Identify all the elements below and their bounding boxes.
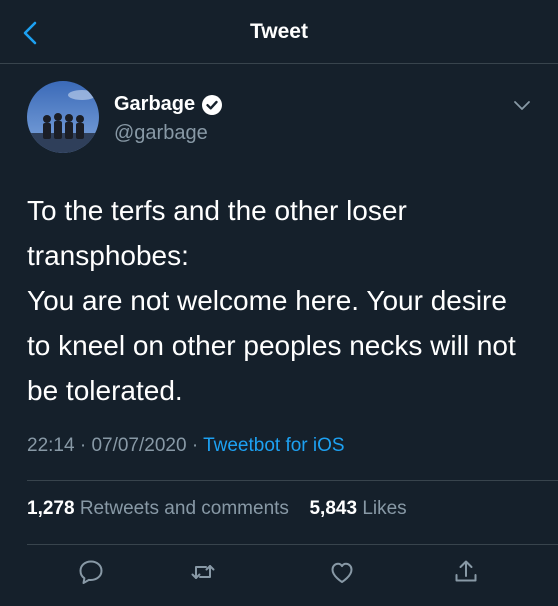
tweet-time: 22:14 (27, 435, 75, 456)
reply-icon (79, 560, 103, 584)
divider (27, 480, 558, 481)
tweet-options-button[interactable] (511, 94, 533, 116)
retweets-count: 1,278 (27, 498, 75, 519)
avatar[interactable] (27, 81, 99, 153)
share-icon (455, 560, 477, 582)
tweet-meta: 22:14 · 07/07/2020 · Tweetbot for iOS (27, 435, 345, 457)
retweets-stat[interactable]: 1,278 Retweets and comments (27, 498, 294, 519)
tweet-text: To the terfs and the other loser transph… (27, 188, 527, 413)
divider (27, 544, 558, 545)
retweet-icon (191, 565, 215, 579)
author-name[interactable]: Garbage (114, 93, 223, 116)
reply-button[interactable] (77, 558, 105, 586)
likes-count: 5,843 (309, 498, 358, 519)
retweets-label: Retweets and comments (79, 498, 289, 519)
tweet-actions (0, 546, 558, 606)
retweet-button[interactable] (189, 558, 217, 586)
page-title: Tweet (250, 20, 308, 43)
author-handle[interactable]: @garbage (114, 122, 208, 145)
like-button[interactable] (328, 558, 356, 586)
verified-icon (202, 94, 223, 115)
header-bar: Tweet (0, 0, 558, 64)
tweet-stats: 1,278 Retweets and comments 5,843 Likes (27, 498, 407, 520)
likes-stat[interactable]: 5,843 Likes (309, 498, 406, 519)
like-icon (331, 562, 353, 583)
chevron-down-icon (514, 101, 530, 110)
avatar-image (27, 81, 99, 153)
tweet-text-line: To the terfs and the other loser transph… (27, 195, 407, 271)
likes-label: Likes (362, 498, 407, 519)
meta-separator: · (191, 435, 204, 456)
author-name-text: Garbage (114, 93, 196, 115)
meta-separator: · (79, 435, 92, 456)
tweet-text-line: You are not welcome here. Your desire to… (27, 285, 516, 406)
tweet-date: 07/07/2020 (91, 435, 187, 456)
tweet-source-link[interactable]: Tweetbot for iOS (203, 435, 345, 456)
share-button[interactable] (452, 558, 480, 586)
